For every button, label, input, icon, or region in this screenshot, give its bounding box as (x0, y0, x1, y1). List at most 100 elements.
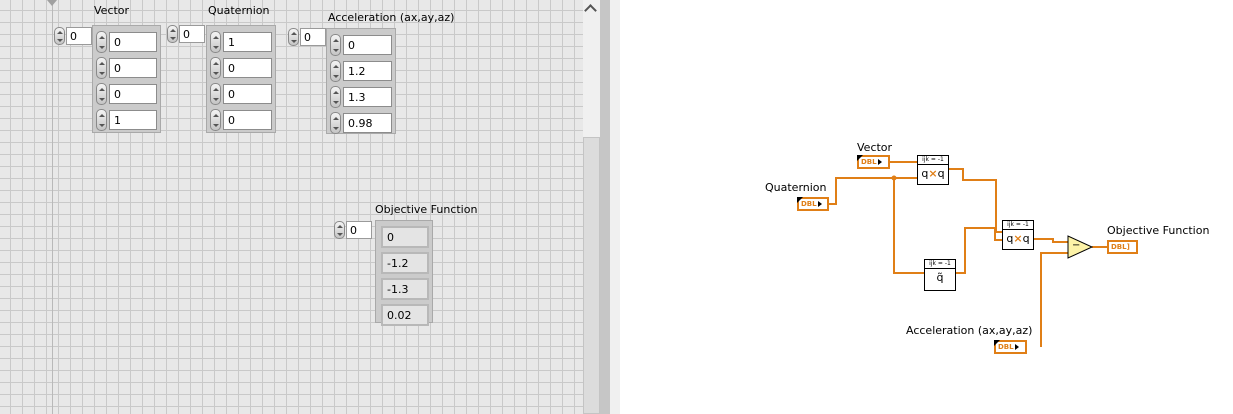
acceleration-element-field[interactable]: 0 (343, 35, 392, 55)
vector-element-field[interactable]: 0 (109, 84, 157, 104)
objective-index-control[interactable]: 0 (334, 221, 372, 239)
block-diagram: Vector Quaternion Acceleration (ax,ay,az… (620, 0, 1233, 414)
node-header: ijk = -1 (918, 156, 948, 165)
q-glyph: q (937, 167, 945, 180)
vector-terminal-type: DBL (861, 158, 877, 166)
quaternion-multiply-node-2[interactable]: ijk = -1 q×q (1002, 220, 1034, 250)
bd-acceleration-label: Acceleration (ax,ay,az) (906, 324, 1033, 337)
vector-element-row: 0 (96, 55, 157, 81)
vector-index-increment-icon[interactable] (54, 27, 65, 45)
numeric-increment-icon[interactable] (330, 86, 341, 108)
quaternion-terminal[interactable]: DBL (797, 197, 829, 211)
quaternion-element-field[interactable]: 0 (223, 84, 272, 104)
objective-terminal[interactable]: DBL] (1107, 240, 1138, 254)
node-header: ijk = -1 (1003, 221, 1033, 230)
quaternion-terminal-type: DBL (801, 200, 817, 208)
acceleration-element-row: 1.2 (330, 58, 392, 84)
acceleration-terminal[interactable]: DBL (994, 340, 1027, 354)
acceleration-element-field[interactable]: 1.3 (343, 87, 392, 107)
pane-gap (610, 0, 620, 414)
numeric-increment-icon[interactable] (330, 112, 341, 134)
wire-layer (829, 161, 1107, 347)
objective-index-increment-icon[interactable] (334, 221, 345, 239)
quaternion-element-row: 0 (210, 81, 272, 107)
quaternion-element-field[interactable]: 0 (223, 110, 272, 130)
quaternion-element-row: 0 (210, 107, 272, 133)
multiply-icon: q×q (918, 165, 948, 183)
bd-quaternion-label: Quaternion (765, 181, 827, 194)
times-glyph: × (928, 167, 938, 180)
wire-product-1 (948, 168, 1002, 233)
objective-terminal-type: DBL] (1111, 243, 1130, 251)
wire-quaternion (829, 177, 917, 205)
vector-element-field[interactable]: 0 (109, 58, 157, 78)
quaternion-index-field[interactable]: 0 (179, 25, 205, 43)
acceleration-element-row: 0 (330, 32, 392, 58)
vector-element-row: 0 (96, 81, 157, 107)
numeric-increment-icon[interactable] (96, 83, 107, 105)
bd-vector-label: Vector (857, 141, 893, 154)
objective-element-row: 0 (379, 224, 429, 250)
quaternion-element-field[interactable]: 0 (223, 58, 272, 78)
acceleration-index-field[interactable]: 0 (300, 28, 326, 46)
front-panel: Vector 0 0 0 0 1 Quaternion 0 1 0 0 0 Ac… (0, 0, 600, 414)
wire-product-2 (1033, 238, 1068, 243)
quaternion-element-row: 1 (210, 29, 272, 55)
wire-junction (891, 175, 897, 181)
scroll-up-icon[interactable] (584, 4, 597, 17)
terminal-arrow-icon (1014, 344, 1019, 350)
objective-element-row: 0.02 (379, 302, 429, 328)
acceleration-element-field[interactable]: 1.2 (343, 61, 392, 81)
vector-index-control[interactable]: 0 (54, 27, 92, 45)
objective-element-indicator: 0 (381, 226, 429, 248)
wire-quaternion-branch (893, 178, 924, 274)
terminal-arrow-icon (877, 159, 882, 165)
acceleration-terminal-type: DBL (998, 343, 1014, 351)
vector-element-field[interactable]: 1 (109, 110, 157, 130)
vector-element-row: 1 (96, 107, 157, 133)
numeric-increment-icon[interactable] (330, 34, 341, 56)
panel-guide-line (52, 0, 53, 414)
objective-element-row: -1.3 (379, 276, 429, 302)
pane-splitter[interactable] (600, 0, 610, 414)
acceleration-index-increment-icon[interactable] (288, 28, 299, 46)
acceleration-label: Acceleration (ax,ay,az) (328, 11, 455, 24)
conjugate-icon: q̃ (936, 271, 944, 284)
multiply-icon: q×q (1003, 230, 1033, 248)
objective-element-indicator: 0.02 (381, 304, 429, 326)
vertical-scrollbar[interactable] (583, 0, 600, 414)
numeric-increment-icon[interactable] (210, 109, 221, 131)
quaternion-multiply-node-1[interactable]: ijk = -1 q×q (917, 155, 949, 185)
numeric-increment-icon[interactable] (96, 31, 107, 53)
acceleration-index-control[interactable]: 0 (288, 28, 326, 46)
vector-element-field[interactable]: 0 (109, 32, 157, 52)
quaternion-element-row: 0 (210, 55, 272, 81)
panel-top-marker (47, 0, 57, 6)
vector-index-field[interactable]: 0 (66, 27, 92, 45)
bd-objective-label: Objective Function (1107, 224, 1210, 237)
vector-terminal[interactable]: DBL (857, 155, 890, 169)
vector-array: 0 0 0 1 (92, 25, 161, 133)
wire-acceleration (1040, 252, 1068, 347)
acceleration-element-field[interactable]: 0.98 (343, 113, 392, 133)
subtract-glyph: − (1072, 240, 1081, 251)
numeric-increment-icon[interactable] (96, 57, 107, 79)
q-glyph: q (1022, 232, 1030, 245)
scrollbar-thumb[interactable] (583, 137, 600, 414)
numeric-increment-icon[interactable] (210, 57, 221, 79)
quaternion-element-field[interactable]: 1 (223, 32, 272, 52)
objective-element-row: -1.2 (379, 250, 429, 276)
terminal-arrow-icon (817, 201, 822, 207)
numeric-increment-icon[interactable] (96, 109, 107, 131)
numeric-increment-icon[interactable] (210, 31, 221, 53)
objective-index-field[interactable]: 0 (346, 221, 372, 239)
vector-element-row: 0 (96, 29, 157, 55)
quaternion-label: Quaternion (208, 4, 270, 17)
quaternion-index-increment-icon[interactable] (167, 25, 178, 43)
numeric-increment-icon[interactable] (330, 60, 341, 82)
quaternion-conjugate-node[interactable]: ijk = -1 q̃ (924, 259, 956, 291)
quaternion-index-control[interactable]: 0 (167, 25, 205, 43)
objective-element-indicator: -1.3 (381, 278, 429, 300)
numeric-increment-icon[interactable] (210, 83, 221, 105)
acceleration-element-row: 1.3 (330, 84, 392, 110)
